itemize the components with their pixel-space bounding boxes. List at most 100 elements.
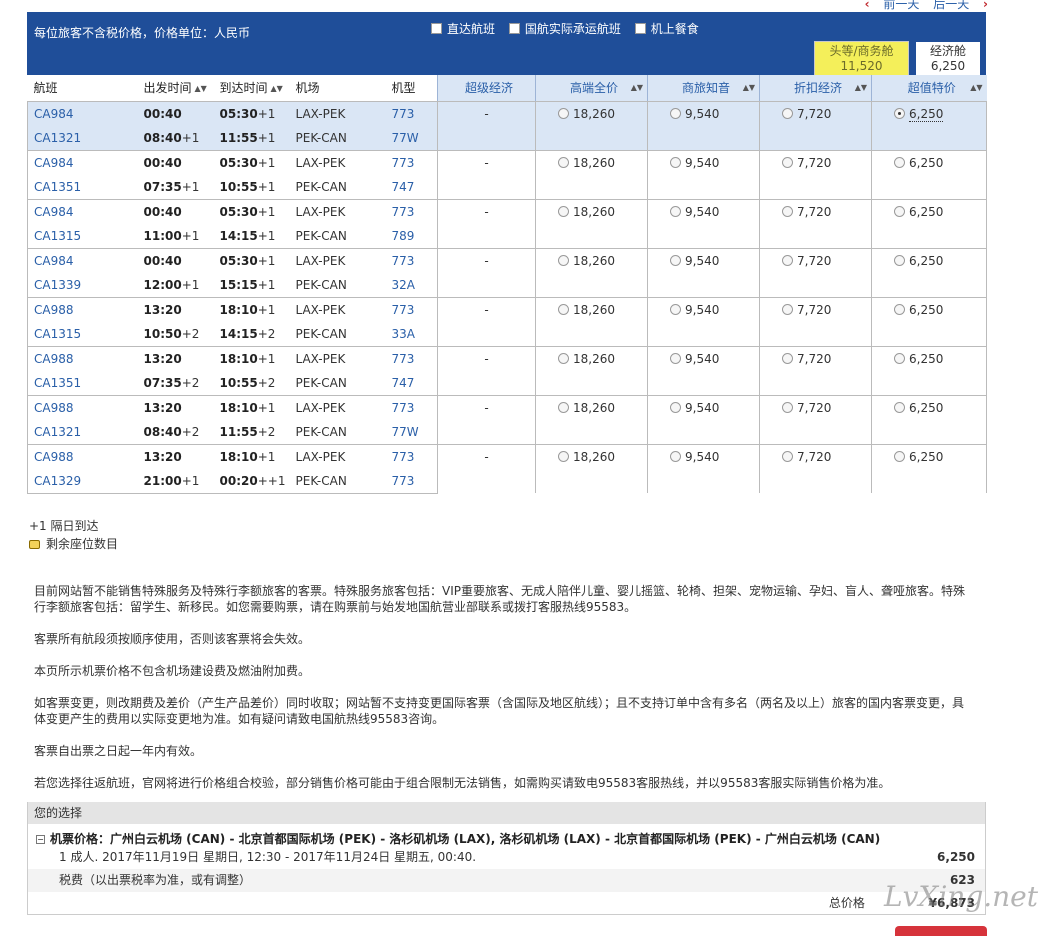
aircraft-type-link[interactable]: 773 xyxy=(385,247,438,273)
radio-icon[interactable] xyxy=(558,205,569,217)
aircraft-type-link[interactable]: 77W xyxy=(385,125,438,150)
radio-icon[interactable] xyxy=(558,352,569,364)
radio-icon[interactable] xyxy=(670,303,681,315)
filter-direct[interactable]: 直达航班 xyxy=(431,20,495,37)
radio-icon[interactable] xyxy=(894,303,905,315)
business-traveler-fare[interactable]: 9,540 xyxy=(647,198,760,248)
radio-icon[interactable] xyxy=(558,450,569,462)
discount-economy-fare[interactable]: 7,720 xyxy=(759,394,872,444)
flight-number-link[interactable]: CA1351 xyxy=(28,371,138,396)
aircraft-type-link[interactable]: 747 xyxy=(386,175,438,200)
radio-icon[interactable] xyxy=(894,352,905,364)
special-value-fare[interactable]: 6,250 xyxy=(871,296,987,346)
table-row[interactable]: CA988 13:20 18:10+1 LAX-PEK 773-18,260 9,540 7… xyxy=(27,345,987,395)
radio-icon[interactable] xyxy=(558,303,569,315)
collapse-icon[interactable]: − xyxy=(36,835,45,844)
col-business-traveler[interactable]: 商旅知音 ▲▼ xyxy=(647,75,760,102)
checkbox-icon[interactable] xyxy=(431,23,442,34)
flight-number-link[interactable]: CA988 xyxy=(27,296,138,322)
discount-economy-fare[interactable]: 7,720 xyxy=(759,247,872,297)
discount-economy-fare[interactable]: 7,720 xyxy=(759,345,872,395)
sort-icon[interactable]: ▲▼ xyxy=(271,84,283,93)
aircraft-type-link[interactable]: 747 xyxy=(386,371,438,396)
business-traveler-fare[interactable]: 9,540 xyxy=(647,247,760,297)
flight-number-link[interactable]: CA988 xyxy=(27,345,138,371)
radio-icon[interactable] xyxy=(558,401,569,413)
flight-number-link[interactable]: CA984 xyxy=(27,247,138,273)
col-premium-full[interactable]: 高端全价 ▲▼ xyxy=(535,75,648,102)
flight-number-link[interactable]: CA988 xyxy=(27,394,138,420)
premium-full-fare[interactable]: 18,260 xyxy=(535,100,648,150)
special-value-fare[interactable]: 6,250 xyxy=(871,198,987,248)
discount-economy-fare[interactable]: 7,720 xyxy=(759,296,872,346)
book-button[interactable] xyxy=(895,926,987,936)
flight-number-link[interactable]: CA988 xyxy=(27,443,138,469)
prev-day-link[interactable]: 前一天 xyxy=(883,0,919,11)
aircraft-type-link[interactable]: 773 xyxy=(385,394,438,420)
business-traveler-fare[interactable]: 9,540 xyxy=(647,100,760,150)
radio-icon[interactable] xyxy=(670,352,681,364)
radio-icon[interactable] xyxy=(782,450,793,462)
aircraft-type-link[interactable]: 32A xyxy=(386,273,438,298)
aircraft-type-link[interactable]: 773 xyxy=(385,149,438,175)
premium-full-fare[interactable]: 18,260 xyxy=(535,149,648,199)
radio-icon[interactable] xyxy=(670,107,681,119)
filter-meal[interactable]: 机上餐食 xyxy=(634,20,699,37)
special-value-fare[interactable]: 6,250 xyxy=(871,345,987,395)
flight-number-link[interactable]: CA1321 xyxy=(28,420,138,445)
col-departure[interactable]: 出发时间 ▲▼ xyxy=(137,75,214,102)
radio-icon[interactable] xyxy=(558,254,569,266)
tab-first-business[interactable]: 头等/商务舱 11,520 xyxy=(814,41,909,76)
radio-icon[interactable] xyxy=(894,401,905,413)
aircraft-type-link[interactable]: 773 xyxy=(385,345,438,371)
table-row[interactable]: CA984 00:40 05:30+1 LAX-PEK 773-18,260 9,540 7… xyxy=(27,149,987,199)
special-value-fare[interactable]: 6,250 xyxy=(871,247,987,297)
premium-full-fare[interactable]: 18,260 xyxy=(535,198,648,248)
radio-icon[interactable] xyxy=(670,450,681,462)
table-row[interactable]: CA984 00:40 05:30+1 LAX-PEK 773-18,260 9,540 7… xyxy=(27,247,987,297)
aircraft-type-link[interactable]: 33A xyxy=(386,322,438,347)
discount-economy-fare[interactable]: 7,720 xyxy=(759,198,872,248)
business-traveler-fare[interactable]: 9,540 xyxy=(647,296,760,346)
premium-full-fare[interactable]: 18,260 xyxy=(535,247,648,297)
radio-icon[interactable] xyxy=(894,450,905,462)
premium-full-fare[interactable]: 18,260 xyxy=(535,296,648,346)
checkbox-icon[interactable] xyxy=(508,23,520,34)
premium-full-fare[interactable]: 18,260 xyxy=(535,394,648,444)
discount-economy-fare[interactable]: 7,720 xyxy=(759,443,872,493)
special-value-fare[interactable]: 6,250 xyxy=(871,100,987,150)
aircraft-type-link[interactable]: 773 xyxy=(385,468,438,494)
table-row[interactable]: CA988 13:20 18:10+1 LAX-PEK 773-18,260 9,540 7… xyxy=(27,296,987,346)
radio-icon[interactable] xyxy=(670,401,681,413)
radio-icon[interactable] xyxy=(670,205,681,217)
premium-full-fare[interactable]: 18,260 xyxy=(535,443,648,493)
radio-icon[interactable] xyxy=(894,156,905,168)
discount-economy-fare[interactable]: 7,720 xyxy=(759,100,872,150)
flight-number-link[interactable]: CA984 xyxy=(27,100,138,126)
radio-icon[interactable] xyxy=(782,303,793,315)
table-row[interactable]: CA984 00:40 05:30+1 LAX-PEK 773-18,260 9,540 7… xyxy=(27,198,987,248)
radio-icon[interactable] xyxy=(782,205,793,217)
premium-full-fare[interactable]: 18,260 xyxy=(535,345,648,395)
aircraft-type-link[interactable]: 773 xyxy=(385,100,438,126)
flight-number-link[interactable]: CA1329 xyxy=(27,468,138,494)
radio-icon[interactable] xyxy=(670,156,681,168)
table-row[interactable]: CA988 13:20 18:10+1 LAX-PEK 773-18,260 9,540 7… xyxy=(27,443,987,493)
col-arrival[interactable]: 到达时间 ▲▼ xyxy=(213,75,290,102)
flight-number-link[interactable]: CA1315 xyxy=(28,322,138,347)
business-traveler-fare[interactable]: 9,540 xyxy=(647,443,760,493)
business-traveler-fare[interactable]: 9,540 xyxy=(647,345,760,395)
sort-icon[interactable]: ▲▼ xyxy=(195,84,207,93)
sort-icon[interactable]: ▲▼ xyxy=(743,83,755,92)
sort-icon[interactable]: ▲▼ xyxy=(855,83,867,92)
business-traveler-fare[interactable]: 9,540 xyxy=(647,394,760,444)
special-value-fare[interactable]: 6,250 xyxy=(871,394,987,444)
sort-icon[interactable]: ▲▼ xyxy=(631,83,643,92)
special-value-fare[interactable]: 6,250 xyxy=(871,149,987,199)
flight-number-link[interactable]: CA1339 xyxy=(28,273,138,298)
aircraft-type-link[interactable]: 789 xyxy=(386,224,438,249)
radio-icon[interactable] xyxy=(782,156,793,168)
tab-economy[interactable]: 经济舱 6,250 xyxy=(915,41,981,76)
aircraft-type-link[interactable]: 773 xyxy=(385,198,438,224)
aircraft-type-link[interactable]: 77W xyxy=(386,420,438,445)
